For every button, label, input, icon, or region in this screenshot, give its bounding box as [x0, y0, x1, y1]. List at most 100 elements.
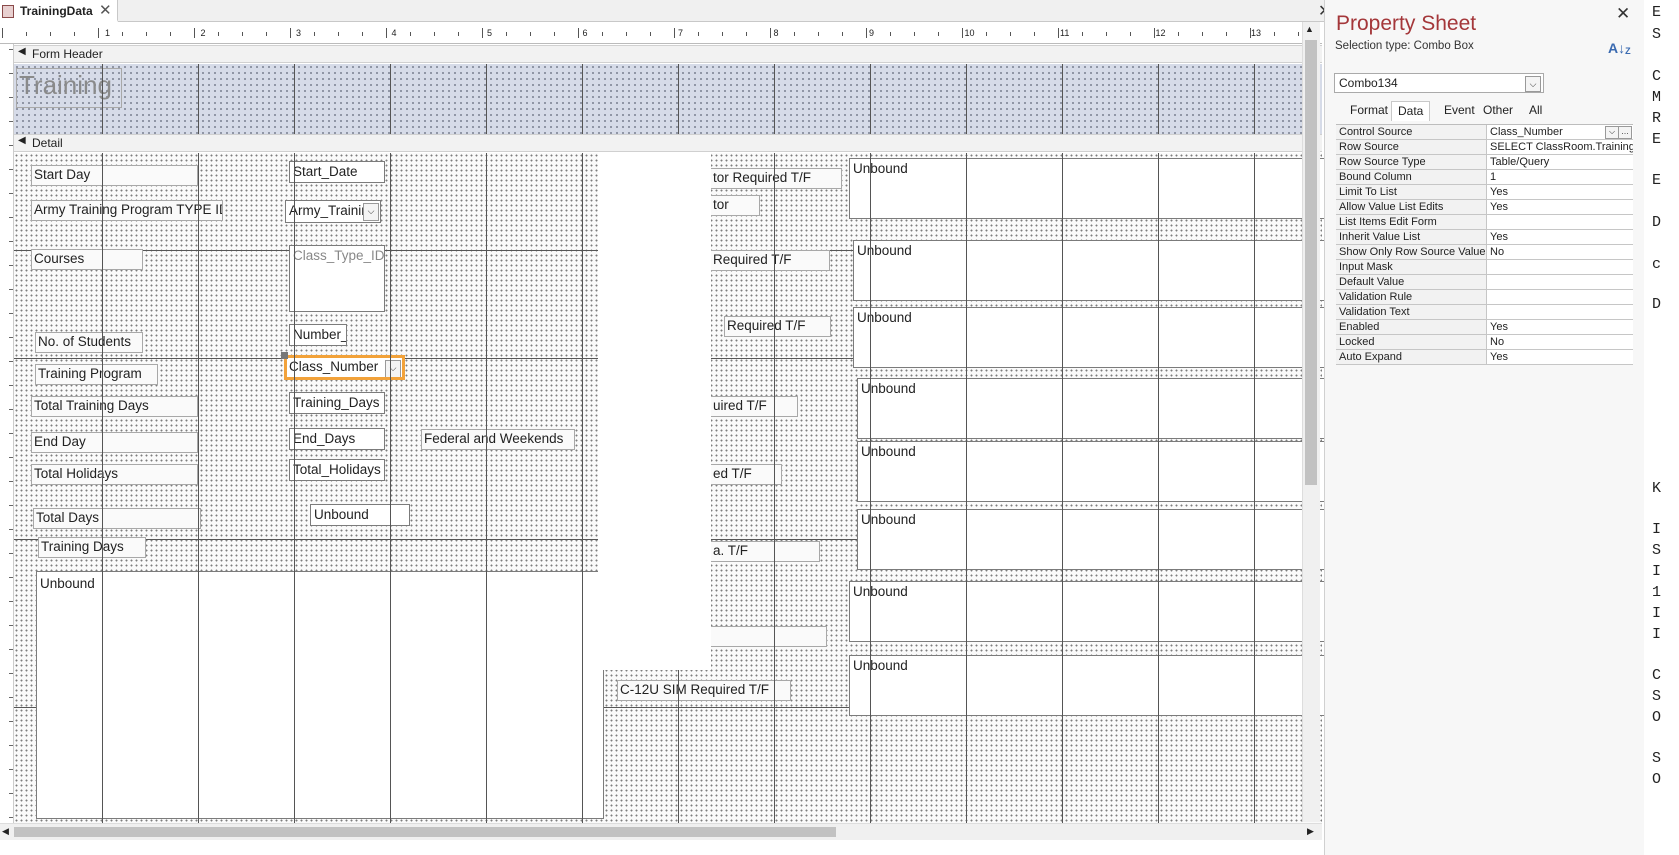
textbox-unbound-6[interactable]: Unbound — [857, 509, 1336, 570]
property-name: Control Source — [1336, 125, 1487, 139]
horizontal-ruler[interactable]: 1 2 3 4 5 6 7 8 9 10 11 12 13 — [0, 22, 1322, 44]
label-c12u-sim[interactable]: C-12U SIM Required T/F — [617, 680, 791, 701]
sort-az-icon[interactable]: A↓Z — [1608, 40, 1631, 56]
textbox-total-holidays[interactable]: Total_Holidays — [289, 459, 385, 481]
textbox-training-days[interactable]: Training_Days — [289, 392, 385, 414]
property-row[interactable]: Control Source Class_Number ⌵… — [1336, 125, 1633, 140]
property-row[interactable]: Auto Expand Yes — [1336, 350, 1633, 365]
label-tor[interactable]: tor — [710, 195, 760, 216]
textbox-end-days[interactable]: End_Days — [289, 428, 385, 450]
close-icon[interactable]: ✕ — [1616, 4, 1630, 24]
chevron-down-icon[interactable]: ⌵ — [1525, 76, 1541, 92]
property-row[interactable]: Limit To List Yes — [1336, 185, 1633, 200]
scroll-up-icon[interactable]: ▲ — [1305, 24, 1314, 34]
property-value[interactable]: Yes — [1488, 230, 1633, 244]
document-tab-trainingdata[interactable]: TrainingData ✕ — [0, 0, 118, 22]
property-value[interactable]: Yes — [1488, 185, 1633, 199]
form-header-section-bar[interactable]: ◀ Form Header — [14, 45, 1322, 63]
chevron-down-icon[interactable]: ⌵ — [385, 360, 401, 377]
tab-event[interactable]: Event — [1438, 101, 1481, 121]
move-handle[interactable] — [281, 352, 288, 359]
property-row[interactable]: Locked No — [1336, 335, 1633, 350]
label-required-4[interactable]: uired T/F — [710, 396, 798, 417]
label-courses[interactable]: Courses — [31, 249, 143, 270]
property-row[interactable]: Inherit Value List Yes — [1336, 230, 1633, 245]
label-end-day[interactable]: End Day — [31, 432, 198, 453]
property-row[interactable]: Validation Rule — [1336, 290, 1633, 305]
property-row[interactable]: Validation Text — [1336, 305, 1633, 320]
textbox-unbound-2[interactable]: Unbound — [853, 240, 1332, 301]
property-row[interactable]: Row Source SELECT ClassRoom.Training_ — [1336, 140, 1633, 155]
property-row[interactable]: Default Value — [1336, 275, 1633, 290]
textbox-unbound-4[interactable]: Unbound — [857, 378, 1336, 439]
label-total-training-days[interactable]: Total Training Days — [31, 396, 198, 417]
property-row[interactable]: Enabled Yes — [1336, 320, 1633, 335]
property-value[interactable]: Yes — [1488, 320, 1633, 334]
label-required-5[interactable]: ed T/F — [710, 464, 782, 485]
property-value[interactable]: No — [1488, 335, 1633, 349]
textbox-number[interactable]: Number_ — [289, 324, 347, 346]
control-selector-combo[interactable]: Combo134 ⌵ — [1334, 73, 1544, 93]
label-training-days[interactable]: Training Days — [38, 537, 146, 558]
ruler-tick — [9, 457, 13, 458]
tab-format[interactable]: Format — [1344, 101, 1394, 121]
label-army-type[interactable]: Army Training Program TYPE ID — [31, 200, 223, 221]
label-start-day[interactable]: Start Day — [31, 165, 198, 186]
property-row[interactable]: Input Mask — [1336, 260, 1633, 275]
chevron-down-icon[interactable]: ⌵ — [363, 203, 379, 221]
scroll-right-icon[interactable]: ▶ — [1307, 826, 1314, 837]
property-value[interactable] — [1488, 305, 1633, 319]
textbox-unbound-5[interactable]: Unbound — [857, 441, 1336, 502]
property-row[interactable]: List Items Edit Form — [1336, 215, 1633, 230]
label-required-3[interactable]: Required T/F — [724, 316, 831, 337]
property-value[interactable] — [1488, 215, 1633, 229]
textbox-start-date[interactable]: Start_Date — [289, 161, 385, 183]
label-required-7[interactable] — [710, 626, 827, 647]
property-value[interactable]: Yes — [1488, 200, 1633, 214]
property-value[interactable]: SELECT ClassRoom.Training_ — [1488, 140, 1633, 154]
textbox-unbound-8[interactable]: Unbound — [849, 655, 1328, 716]
property-row[interactable]: Bound Column 1 — [1336, 170, 1633, 185]
property-value[interactable] — [1488, 275, 1633, 289]
combo-class-number[interactable]: Class_Number ⌵ — [284, 355, 405, 380]
label-federal-weekends[interactable]: Federal and Weekends — [421, 429, 575, 450]
textbox-unbound-7[interactable]: Unbound — [849, 581, 1328, 642]
tab-data[interactable]: Data — [1391, 101, 1431, 121]
close-tab-icon[interactable]: ✕ — [99, 1, 112, 19]
label-training-program[interactable]: Training Program — [35, 364, 158, 385]
property-value[interactable] — [1488, 290, 1633, 304]
property-value[interactable]: 1 — [1488, 170, 1633, 184]
label-required-2[interactable]: Required T/F — [710, 250, 830, 271]
form-header-area[interactable]: Training — [14, 64, 1322, 134]
property-value[interactable]: Yes — [1488, 350, 1633, 364]
label-required-1[interactable]: tor Required T/F — [710, 168, 842, 189]
property-value[interactable]: Table/Query — [1488, 155, 1633, 169]
property-value[interactable]: No — [1488, 245, 1633, 259]
subform-unbound[interactable]: Unbound — [36, 571, 604, 819]
textbox-unbound-3[interactable]: Unbound — [853, 307, 1332, 368]
property-row[interactable]: Allow Value List Edits Yes — [1336, 200, 1633, 215]
property-row[interactable]: Show Only Row Source Values No — [1336, 245, 1633, 260]
blank-control-area[interactable] — [598, 153, 711, 670]
label-num-students[interactable]: No. of Students — [35, 332, 143, 353]
listbox-class-type-id[interactable]: Class_Type_ID — [289, 245, 385, 312]
textbox-unbound-1[interactable]: Unbound — [849, 158, 1328, 219]
scroll-left-icon[interactable]: ◀ — [2, 826, 9, 837]
tab-other[interactable]: Other — [1477, 101, 1519, 121]
builder-icon[interactable]: … — [1618, 126, 1632, 139]
label-total-days[interactable]: Total Days — [33, 508, 201, 529]
vertical-scroll-thumb[interactable] — [1305, 40, 1317, 485]
label-required-6[interactable]: a. T/F — [710, 541, 820, 562]
property-row[interactable]: Row Source Type Table/Query — [1336, 155, 1633, 170]
label-total-holidays[interactable]: Total Holidays — [31, 464, 198, 485]
vertical-ruler[interactable] — [0, 44, 14, 839]
chevron-down-icon[interactable]: ⌵ — [1605, 126, 1619, 139]
form-title[interactable]: Training — [16, 68, 122, 108]
combo-army-training[interactable]: Army_Trainin ⌵ — [285, 200, 381, 223]
ruler-tick — [554, 32, 555, 36]
tab-all[interactable]: All — [1523, 101, 1548, 121]
property-value[interactable] — [1488, 260, 1633, 274]
textbox-unbound-total-days[interactable]: Unbound — [310, 504, 410, 526]
horizontal-scroll-thumb[interactable] — [14, 827, 836, 837]
detail-section-bar[interactable]: ◀ Detail — [14, 134, 1322, 152]
